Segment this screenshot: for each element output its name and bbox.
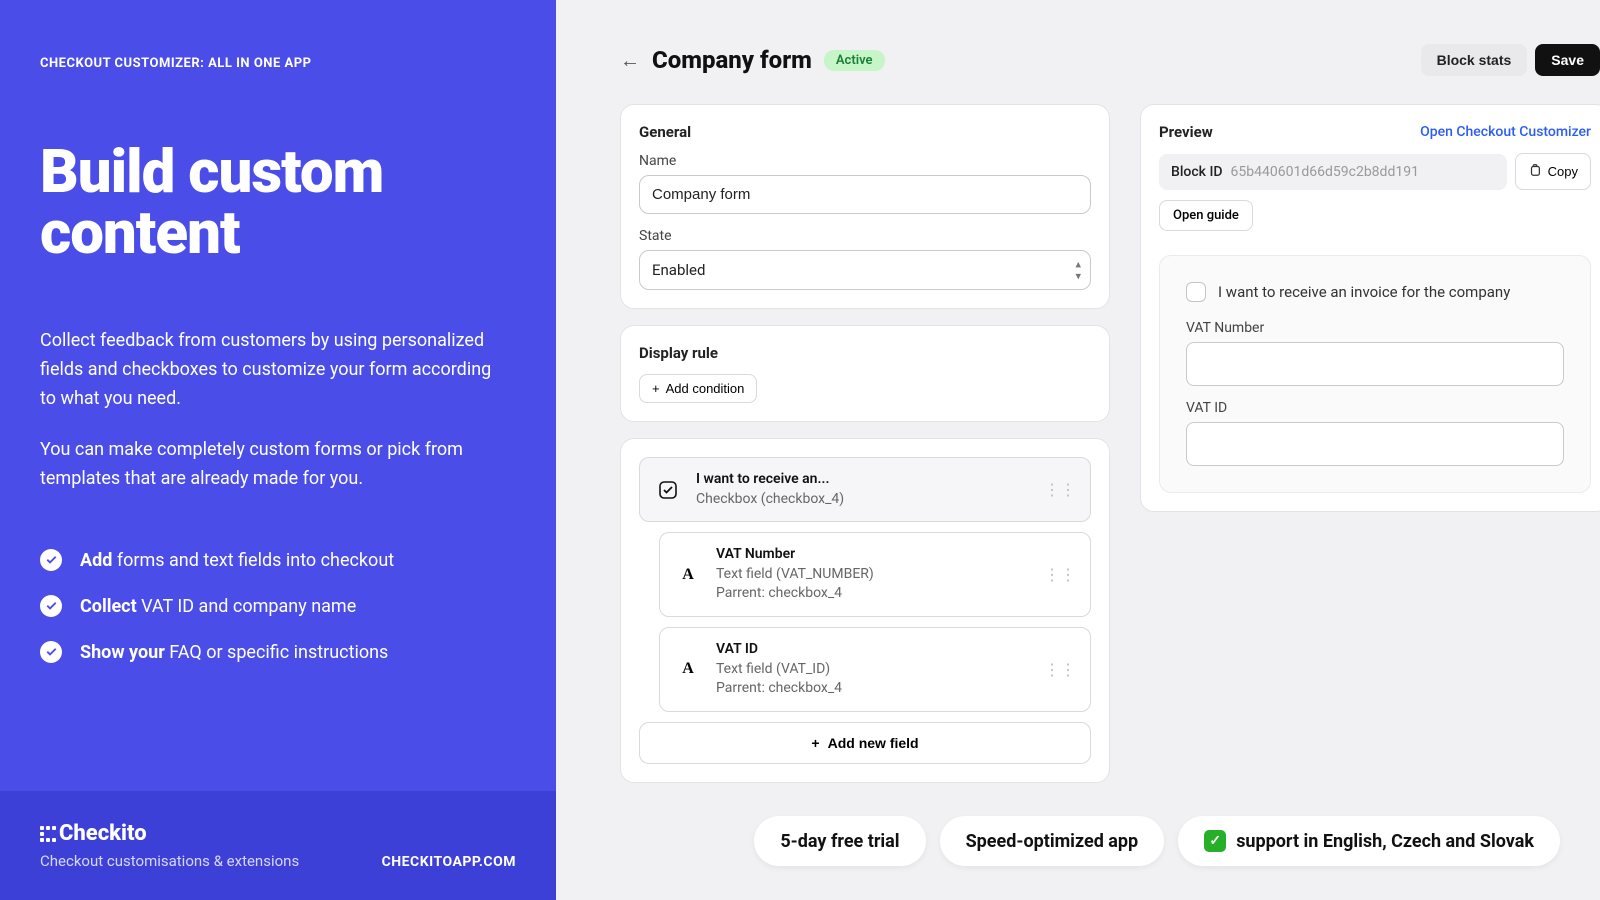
check-icon	[40, 595, 62, 617]
name-input[interactable]	[639, 175, 1091, 214]
field-title: VAT ID	[716, 640, 1030, 660]
field-parent: Parrent: checkbox_4	[716, 679, 1030, 699]
field-title: I want to receive an...	[696, 470, 1030, 490]
status-badge: Active	[824, 50, 885, 71]
logo-mark-icon	[40, 826, 56, 842]
checkbox-field-icon	[654, 476, 682, 504]
select-caret-icon: ▴▾	[1075, 259, 1081, 282]
feature-list: Add forms and text fields into checkout …	[40, 549, 516, 687]
app-canvas: ← Company form Active Block stats Save G…	[556, 0, 1600, 900]
preview-vat-id-label: VAT ID	[1186, 400, 1564, 416]
block-id-display: Block ID 65b440601d66d59c2b8dd191	[1159, 154, 1507, 190]
save-button[interactable]: Save	[1535, 44, 1600, 76]
general-card: General Name State Enabled ▴▾	[620, 104, 1110, 309]
field-meta: Text field (VAT_NUMBER)	[716, 565, 1030, 585]
preview-card: Preview Open Checkout Customizer Block I…	[1140, 104, 1600, 512]
hero-title: Build custom content	[40, 141, 516, 263]
plus-icon: +	[811, 735, 819, 751]
field-row-vat-number[interactable]: A VAT Number Text field (VAT_NUMBER) Par…	[659, 532, 1091, 617]
feature-text: Show your FAQ or specific instructions	[80, 642, 388, 663]
feature-item: Show your FAQ or specific instructions	[40, 641, 516, 663]
check-icon	[40, 641, 62, 663]
field-row-vat-id[interactable]: A VAT ID Text field (VAT_ID) Parrent: ch…	[659, 627, 1091, 712]
plus-icon: +	[652, 381, 660, 396]
hero-paragraph-2: You can make completely custom forms or …	[40, 436, 500, 494]
text-field-icon: A	[674, 655, 702, 683]
preview-checkbox[interactable]	[1186, 282, 1206, 302]
product-tag: CHECKOUT CUSTOMIZER: ALL IN ONE APP	[40, 56, 516, 71]
brand-subtitle: Checkout customisations & extensions	[40, 852, 299, 870]
feature-item: Add forms and text fields into checkout	[40, 549, 516, 571]
feature-chips: 5-day free trial Speed-optimized app ✓ s…	[754, 816, 1560, 866]
sidebar-footer: Checkito Checkout customisations & exten…	[0, 791, 556, 900]
hero-description: Collect feedback from customers by using…	[40, 327, 500, 515]
name-label: Name	[639, 153, 1091, 169]
block-id-label: Block ID	[1171, 164, 1223, 180]
copy-button[interactable]: Copy	[1515, 153, 1591, 190]
chip-support: ✓ support in English, Czech and Slovak	[1178, 816, 1560, 866]
block-id-value: 65b440601d66d59c2b8dd191	[1231, 164, 1419, 180]
preview-vat-number-input[interactable]	[1186, 342, 1564, 386]
page-header: ← Company form Active Block stats Save	[620, 44, 1600, 76]
add-condition-button[interactable]: +Add condition	[639, 374, 757, 403]
feature-text: Add forms and text fields into checkout	[80, 550, 394, 571]
brand-name: Checkito	[59, 821, 147, 846]
open-guide-button[interactable]: Open guide	[1159, 200, 1253, 231]
field-row-checkbox[interactable]: I want to receive an... Checkbox (checkb…	[639, 457, 1091, 522]
page-title: Company form	[652, 46, 812, 74]
general-heading: General	[639, 123, 1091, 141]
clipboard-icon	[1528, 163, 1542, 180]
drag-handle-icon[interactable]: ⋮⋮	[1044, 660, 1076, 679]
open-customizer-link[interactable]: Open Checkout Customizer	[1420, 124, 1591, 140]
chip-trial: 5-day free trial	[754, 816, 925, 866]
chip-speed: Speed-optimized app	[940, 816, 1165, 866]
preview-heading: Preview	[1159, 123, 1213, 141]
display-rule-heading: Display rule	[639, 344, 1091, 362]
field-title: VAT Number	[716, 545, 1030, 565]
field-meta: Checkbox (checkbox_4)	[696, 490, 1030, 510]
hero-paragraph-1: Collect feedback from customers by using…	[40, 327, 500, 413]
drag-handle-icon[interactable]: ⋮⋮	[1044, 565, 1076, 584]
back-arrow-icon[interactable]: ←	[620, 48, 640, 73]
state-select[interactable]: Enabled	[639, 250, 1091, 290]
add-new-field-button[interactable]: +Add new field	[639, 722, 1091, 764]
preview-checkbox-label: I want to receive an invoice for the com…	[1218, 283, 1510, 301]
feature-item: Collect VAT ID and company name	[40, 595, 516, 617]
field-parent: Parrent: checkbox_4	[716, 584, 1030, 604]
brand-url: CHECKITOAPP.COM	[382, 854, 516, 870]
text-field-icon: A	[674, 561, 702, 589]
preview-vat-number-label: VAT Number	[1186, 320, 1564, 336]
drag-handle-icon[interactable]: ⋮⋮	[1044, 480, 1076, 499]
feature-text: Collect VAT ID and company name	[80, 596, 356, 617]
field-meta: Text field (VAT_ID)	[716, 660, 1030, 680]
fields-card: I want to receive an... Checkbox (checkb…	[620, 438, 1110, 783]
block-stats-button[interactable]: Block stats	[1421, 44, 1528, 76]
marketing-sidebar: CHECKOUT CUSTOMIZER: ALL IN ONE APP Buil…	[0, 0, 556, 900]
check-icon	[40, 549, 62, 571]
check-emoji-icon: ✓	[1204, 830, 1226, 852]
state-label: State	[639, 228, 1091, 244]
preview-render: I want to receive an invoice for the com…	[1159, 255, 1591, 493]
display-rule-card: Display rule +Add condition	[620, 325, 1110, 422]
preview-vat-id-input[interactable]	[1186, 422, 1564, 466]
brand-logo: Checkito	[40, 821, 299, 846]
